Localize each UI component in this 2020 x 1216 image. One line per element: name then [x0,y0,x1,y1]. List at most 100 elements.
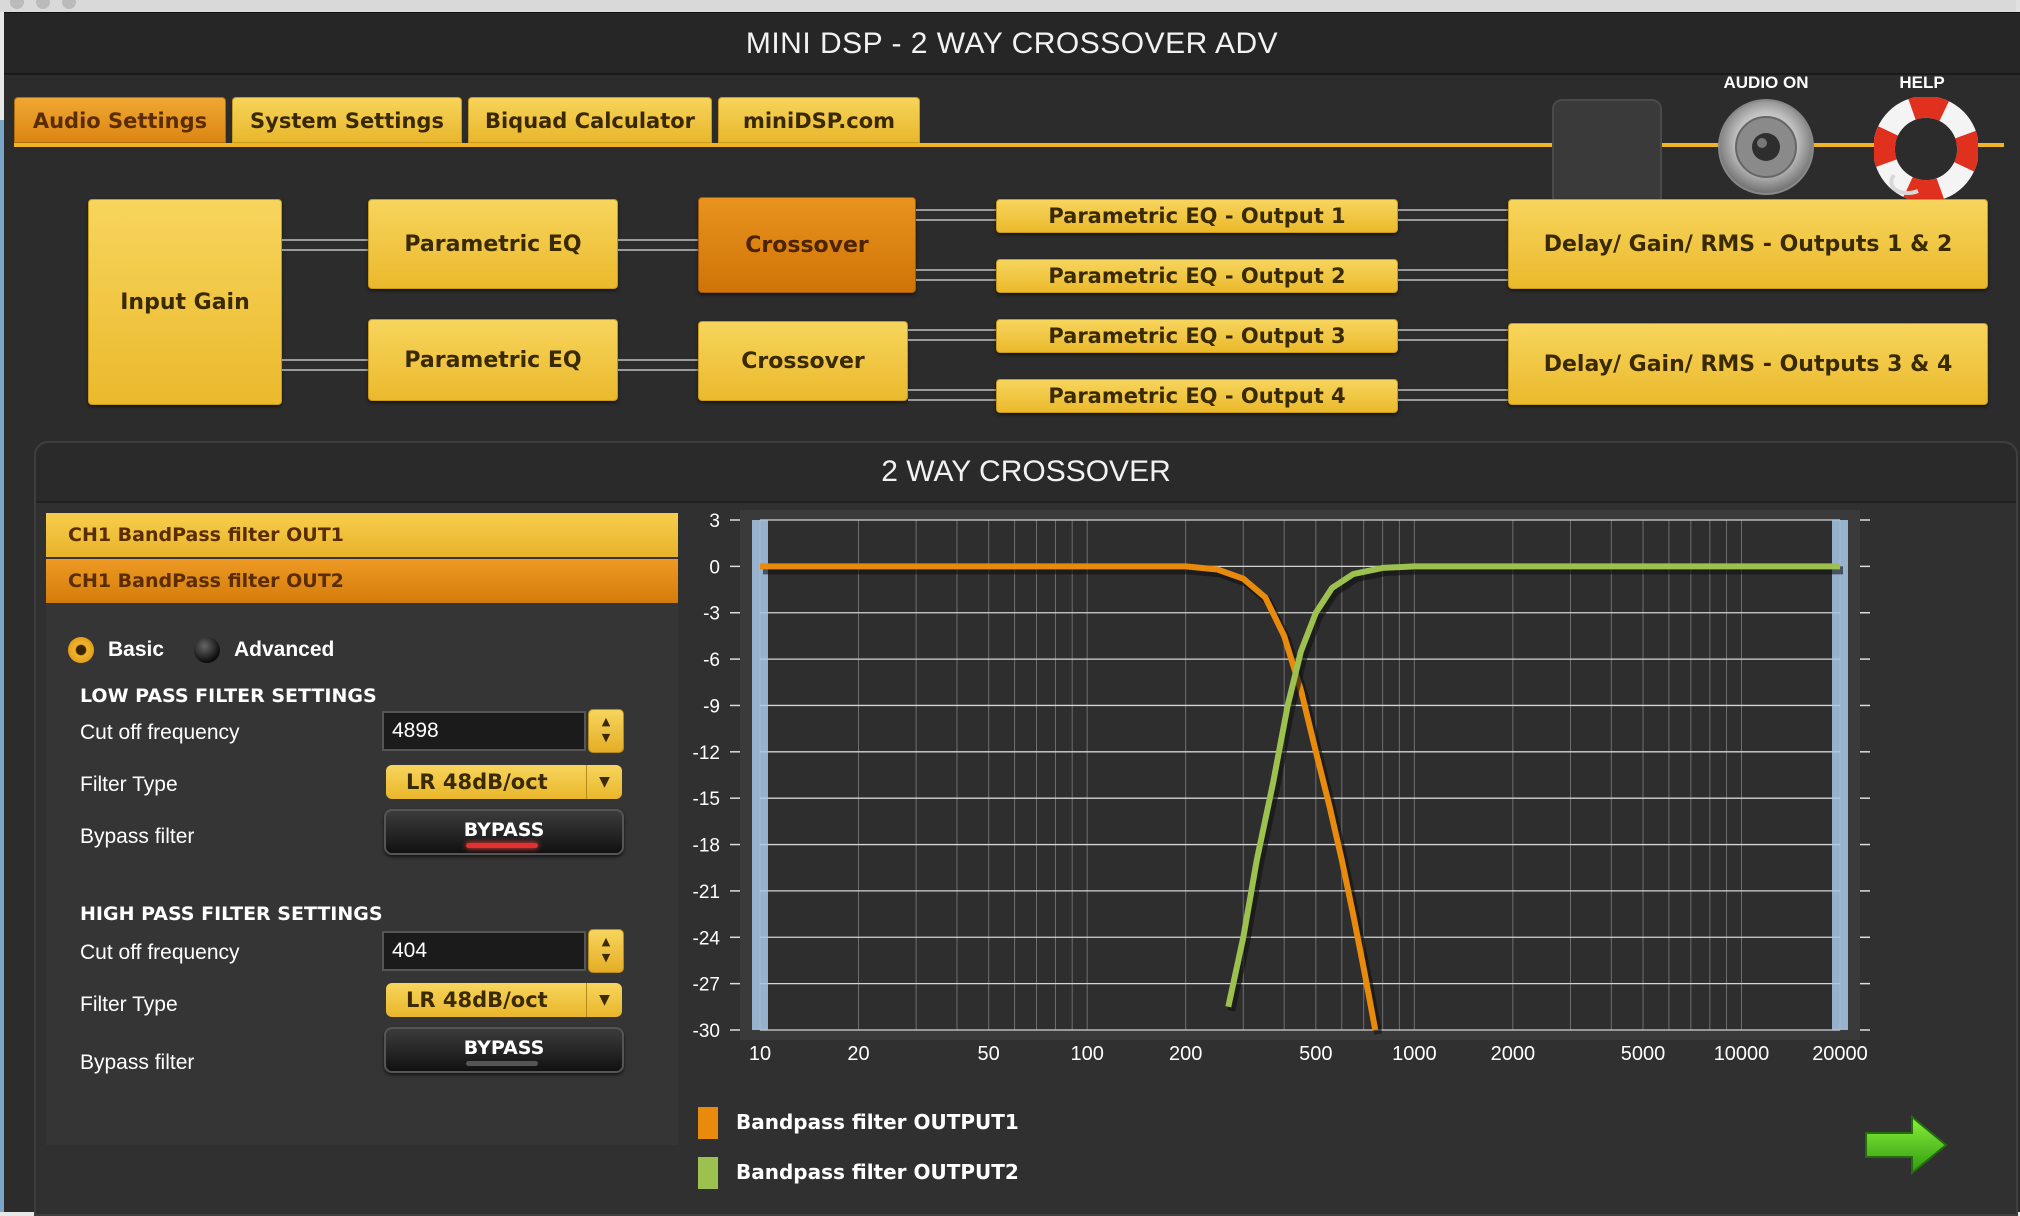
crossover-2-label: Crossover [741,348,865,374]
low-pass-type-label: Filter Type [80,773,178,796]
panel-title-bar: 2 WAY CROSSOVER [36,443,2016,503]
channel-item-out2[interactable]: CH1 BandPass filter OUT2 [46,559,678,603]
parametric-eq-output-1-block[interactable]: Parametric EQ - Output 1 [996,199,1398,233]
input-gain-label: Input Gain [120,289,250,315]
parametric-eq-output-1-label: Parametric EQ - Output 1 [1048,204,1346,228]
high-pass-type-label: Filter Type [80,993,178,1016]
connector [1398,389,1508,401]
low-pass-type-value: LR 48dB/oct [406,770,548,794]
basic-radio[interactable] [68,637,94,663]
y-tick-label-left: -3 [703,604,720,625]
x-tick-label: 50 [978,1043,1000,1065]
tab-minidsp-com[interactable]: miniDSP.com [718,97,920,143]
low-pass-bypass-button[interactable]: BYPASS [384,809,624,855]
connector [908,389,996,401]
help-lifebuoy-icon[interactable] [1873,96,1979,202]
connector [916,209,996,221]
y-tick-label-left: -27 [693,975,720,996]
y-tick-label-left: -12 [693,743,720,764]
x-tick-label: 200 [1169,1043,1202,1065]
low-pass-cutoff-stepper[interactable]: ▲ ▼ [588,709,624,753]
panel-title: 2 WAY CROSSOVER [881,455,1171,488]
window-close-icon[interactable] [10,0,24,9]
y-tick-label-left: -24 [693,928,721,949]
bypass-led-on [466,843,538,848]
crossover-1-label: Crossover [745,232,869,258]
parametric-eq-output-3-block[interactable]: Parametric EQ - Output 3 [996,319,1398,353]
range-marker-low [752,520,768,1030]
low-pass-cutoff-input[interactable]: 4898 [382,711,586,751]
legend-swatch-output1 [698,1107,718,1139]
dropdown-arrow-icon: ▼ [586,765,622,799]
parametric-eq-output-2-label: Parametric EQ - Output 2 [1048,264,1346,288]
input-gain-block[interactable]: Input Gain [88,199,282,405]
tab-system-settings[interactable]: System Settings [232,97,462,143]
high-pass-bypass-button[interactable]: BYPASS [384,1027,624,1073]
crossover-1-block[interactable]: Crossover [698,197,916,293]
x-tick-label: 1000 [1392,1043,1437,1065]
connector [1398,329,1508,341]
green-arrow-right-icon[interactable] [1864,1114,1948,1176]
low-pass-bypass-text: BYPASS [463,819,545,841]
bypass-led-off [466,1061,538,1066]
parametric-eq-2-label: Parametric EQ [404,347,582,373]
parametric-eq-1-block[interactable]: Parametric EQ [368,199,618,289]
x-tick-label: 20 [847,1043,869,1065]
high-pass-cutoff-input[interactable]: 404 [382,931,586,971]
tab-biquad-calculator[interactable]: Biquad Calculator [468,97,712,143]
legend-label-output2: Bandpass filter OUTPUT2 [736,1160,1019,1184]
window-minimize-icon[interactable] [36,0,50,9]
tab-audio-settings[interactable]: Audio Settings [14,97,226,143]
connector [1398,209,1508,221]
y-tick-label-left: 3 [709,511,720,532]
y-tick-label-left: 0 [709,557,720,578]
delay-gain-rms-outputs-3-4-block[interactable]: Delay/ Gain/ RMS - Outputs 3 & 4 [1508,323,1988,405]
tabs-underline [14,143,2004,147]
y-tick-label-left: -6 [703,650,720,671]
legend-label-output1: Bandpass filter OUTPUT1 [736,1110,1019,1134]
delay-gain-rms-outputs-1-2-label: Delay/ Gain/ RMS - Outputs 1 & 2 [1543,231,1953,257]
connector [1398,269,1508,281]
crossover-2-block[interactable]: Crossover [698,321,908,401]
help-label: HELP [1899,73,1945,92]
dropdown-arrow-icon: ▼ [586,983,622,1017]
advanced-radio[interactable] [194,637,220,663]
high-pass-cutoff-stepper[interactable]: ▲ ▼ [588,929,624,973]
y-tick-label-left: -18 [693,836,720,857]
speaker-icon[interactable] [1716,97,1816,197]
parametric-eq-output-4-block[interactable]: Parametric EQ - Output 4 [996,379,1398,413]
frequency-response-chart: 3300-3-3-6-6-9-9-12-12-15-15-18-18-21-21… [693,510,1870,1065]
high-pass-type-select[interactable]: LR 48dB/oct ▼ [386,983,622,1017]
low-pass-type-select[interactable]: LR 48dB/oct ▼ [386,765,622,799]
chevron-up-icon[interactable]: ▲ [589,714,623,730]
audio-on-label: AUDIO ON [1723,73,1809,92]
filter-settings-sidebar: CH1 BandPass filter OUT1 CH1 BandPass fi… [46,513,678,1145]
high-pass-bypass-text: BYPASS [463,1037,545,1059]
x-tick-label: 500 [1299,1043,1332,1065]
low-pass-bypass-label: Bypass filter [80,825,195,848]
connector [618,359,698,371]
chevron-down-icon[interactable]: ▼ [589,950,623,966]
y-tick-label-left: -9 [703,696,720,717]
parametric-eq-2-block[interactable]: Parametric EQ [368,319,618,401]
x-tick-label: 10000 [1714,1043,1770,1065]
delay-gain-rms-outputs-3-4-label: Delay/ Gain/ RMS - Outputs 3 & 4 [1543,351,1953,377]
chevron-down-icon[interactable]: ▼ [589,730,623,746]
os-title-strip [0,0,2020,12]
x-tick-label: 100 [1070,1043,1103,1065]
connector [618,239,698,251]
delay-gain-rms-outputs-1-2-block[interactable]: Delay/ Gain/ RMS - Outputs 1 & 2 [1508,199,1988,289]
parametric-eq-output-2-block[interactable]: Parametric EQ - Output 2 [996,259,1398,293]
chevron-up-icon[interactable]: ▲ [589,934,623,950]
high-pass-type-value: LR 48dB/oct [406,988,548,1012]
x-tick-label: 20000 [1812,1043,1868,1065]
channel-item-out1[interactable]: CH1 BandPass filter OUT1 [46,513,678,557]
legend-swatch-output2 [698,1157,718,1189]
high-pass-cutoff-label: Cut off frequency [80,941,240,964]
window-zoom-icon[interactable] [62,0,76,9]
status-box [1552,99,1662,207]
y-tick-label-left: -15 [693,789,720,810]
low-pass-cutoff-label: Cut off frequency [80,721,240,744]
low-pass-section-title: LOW PASS FILTER SETTINGS [80,685,377,707]
parametric-eq-1-label: Parametric EQ [404,231,582,257]
